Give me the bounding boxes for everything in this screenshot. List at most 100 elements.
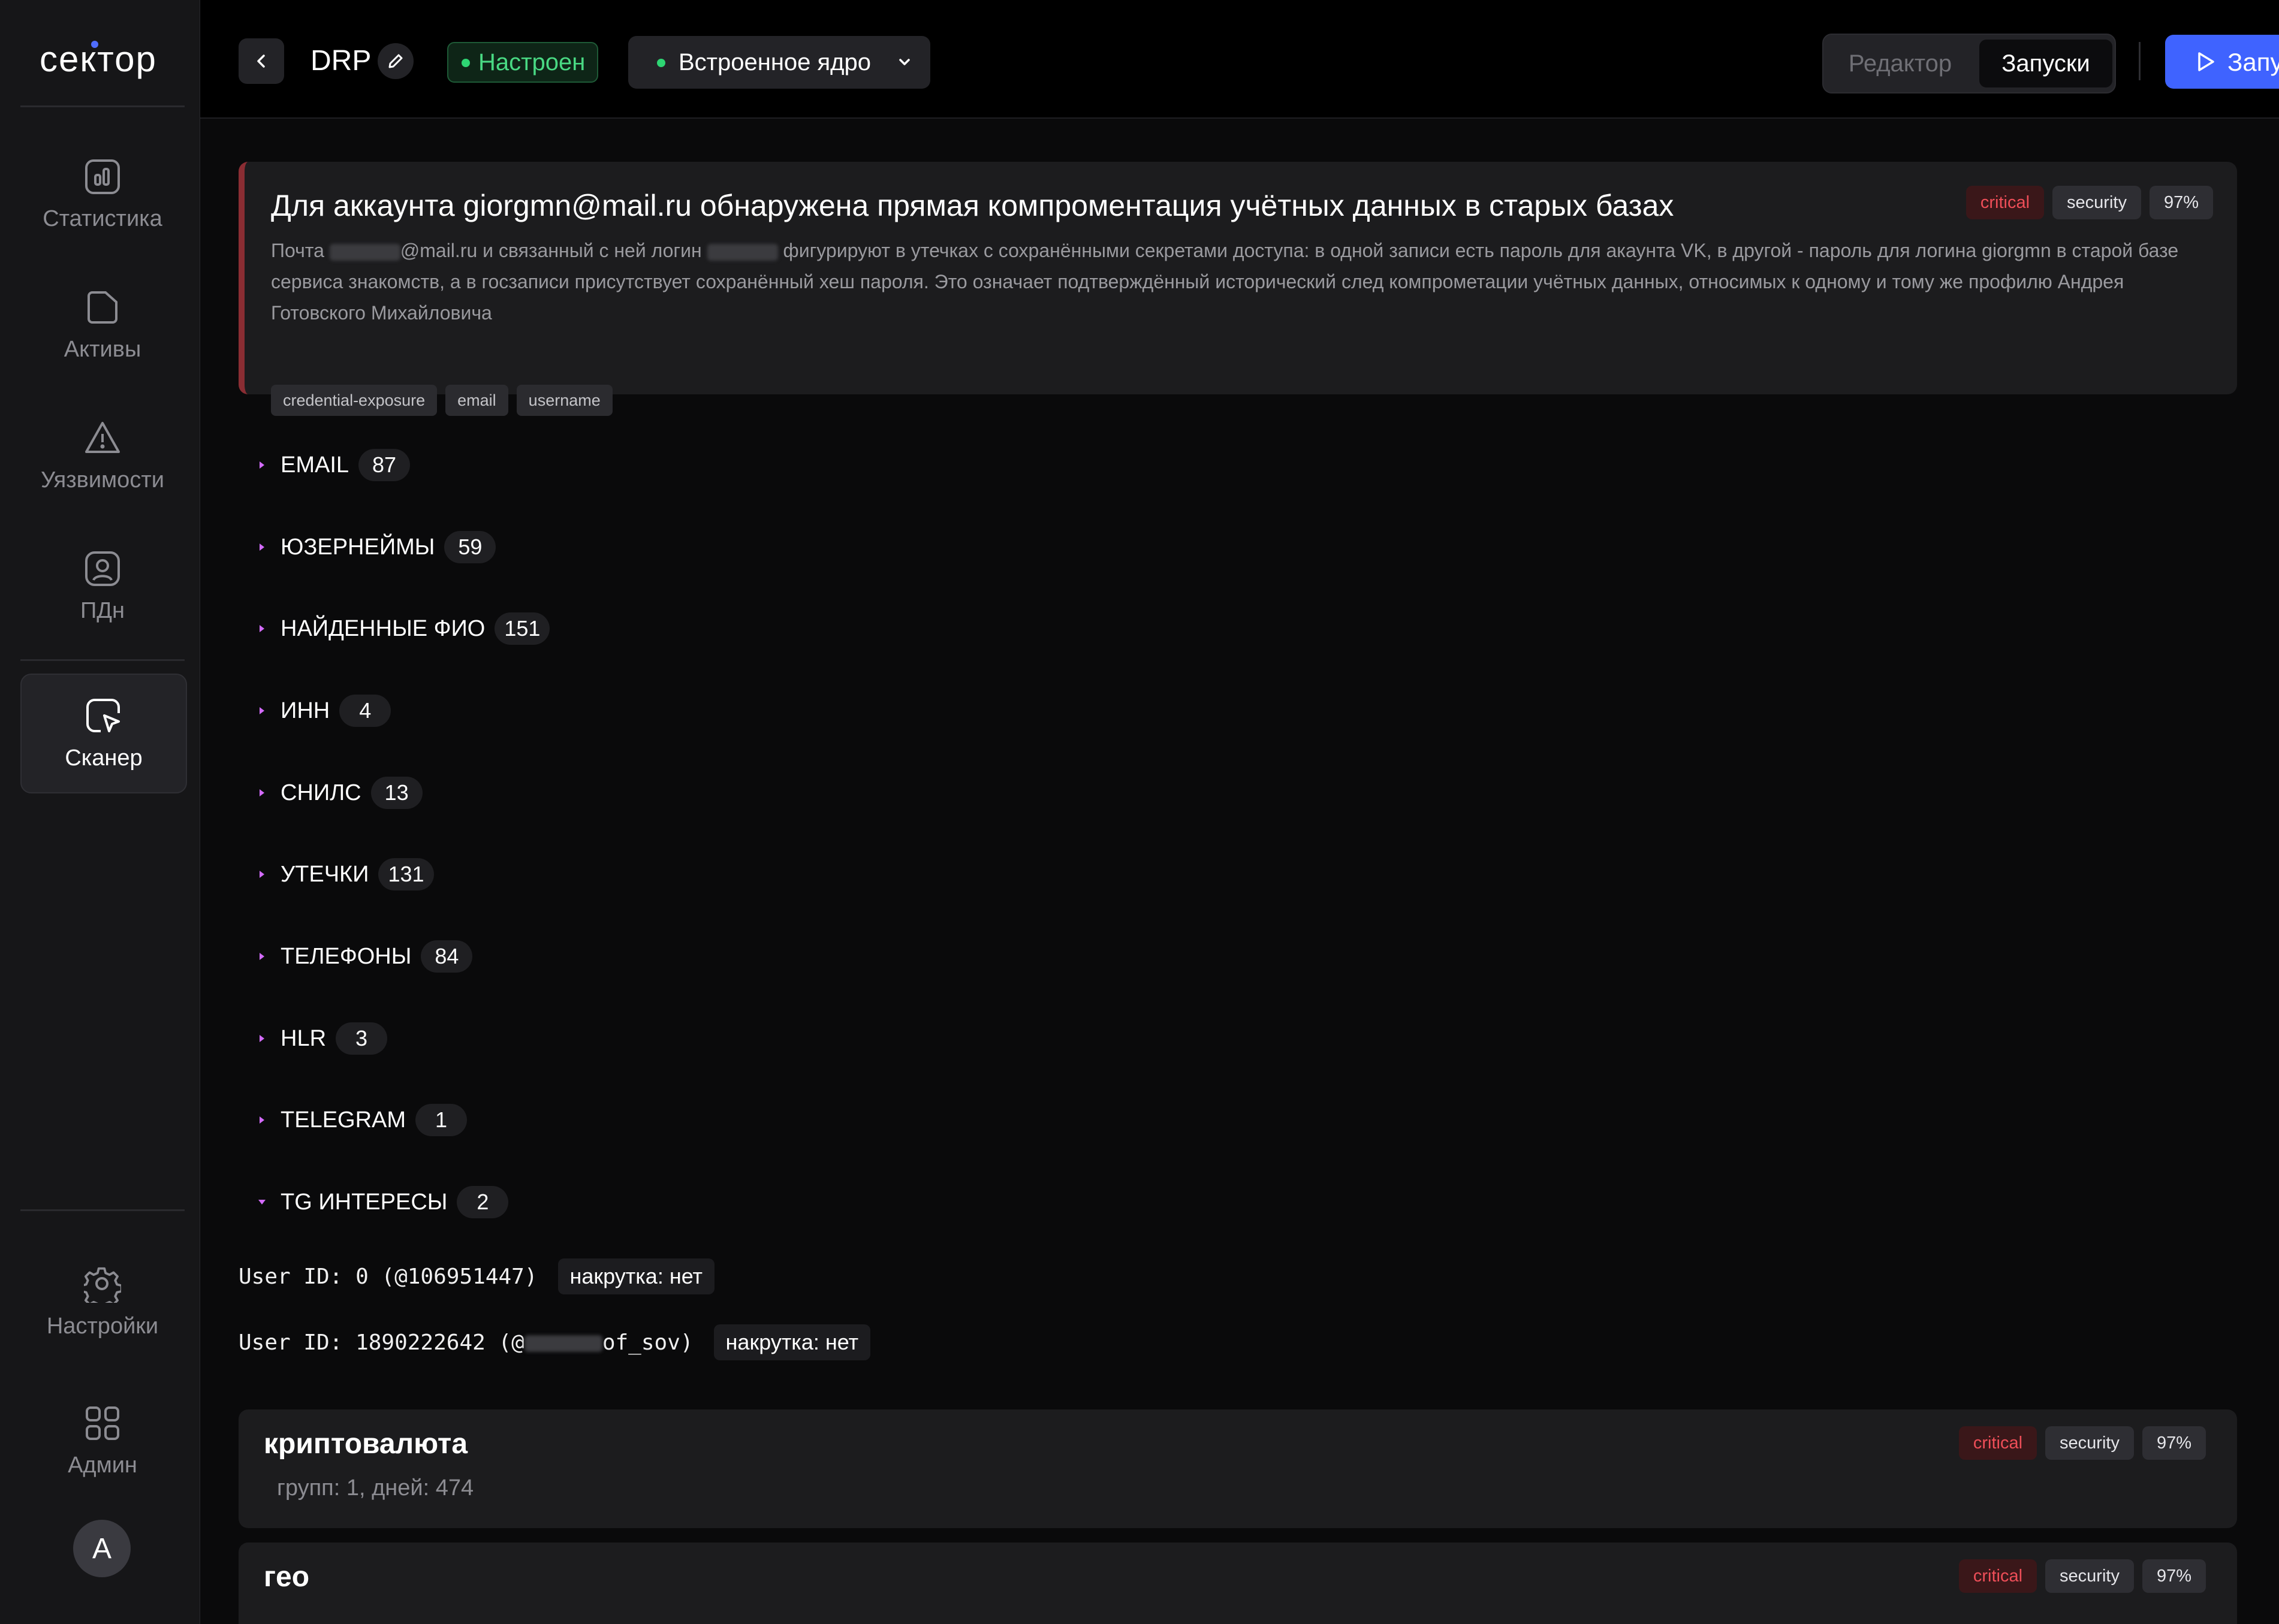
user-card-icon	[83, 549, 122, 588]
sidebar-item-statistics[interactable]: Статистика	[20, 135, 185, 253]
sidebar-divider	[20, 659, 185, 661]
gear-icon	[83, 1264, 122, 1304]
section-count: 2	[457, 1186, 509, 1218]
avatar[interactable]: A	[73, 1520, 131, 1577]
core-select[interactable]: Встроенное ядро	[628, 36, 930, 89]
sidebar-divider	[20, 1209, 185, 1211]
finding-tags: credential-exposure email username	[271, 385, 613, 416]
section-snils[interactable]: СНИЛС 13	[253, 774, 423, 812]
tg-user-id-prefix: User ID: 1890222642 (@	[239, 1330, 524, 1355]
caret-right-icon	[253, 1111, 271, 1129]
finding-card-geo[interactable]: гео critical security 97%	[239, 1543, 2237, 1624]
section-count: 3	[336, 1022, 388, 1055]
avatar-letter: A	[92, 1532, 111, 1565]
tg-flag-badge: накрутка: нет	[557, 1258, 715, 1294]
card-title: криптовалюта	[264, 1428, 468, 1460]
core-status-dot	[657, 59, 665, 67]
caret-right-icon	[253, 865, 271, 883]
tag: credential-exposure	[271, 385, 438, 416]
finding-card-crypto[interactable]: криптовалюта групп: 1, дней: 474 critica…	[239, 1409, 2237, 1528]
section-fio[interactable]: НАЙДЕННЫЕ ФИО 151	[253, 609, 550, 648]
tab-editor[interactable]: Редактор	[1823, 35, 1977, 92]
section-usernames[interactable]: ЮЗЕРНЕЙМЫ 59	[253, 528, 496, 566]
chevron-left-icon	[257, 55, 265, 68]
section-count: 59	[444, 531, 496, 563]
desc-text: @mail.ru и связанный с ней логин	[400, 240, 707, 261]
caret-right-icon	[253, 1030, 271, 1048]
section-title: ТЕЛЕФОНЫ	[281, 943, 412, 969]
top-bar: DRP Настроен Встроенное ядро Редактор За…	[200, 0, 2279, 119]
logo-dot	[91, 41, 98, 48]
section-count: 87	[358, 449, 411, 481]
section-hlr[interactable]: HLR 3	[253, 1019, 388, 1058]
finding-alert-card: Для аккаунта giorgmn@mail.ru обнаружена …	[239, 162, 2237, 416]
sidebar-item-label: Сканер	[65, 745, 143, 771]
caret-right-icon	[253, 456, 271, 474]
desc-text: Почта	[271, 240, 330, 261]
section-email[interactable]: EMAIL 87	[253, 446, 411, 484]
section-phones[interactable]: ТЕЛЕФОНЫ 84	[253, 937, 473, 976]
status-dot	[462, 59, 470, 67]
sidebar-item-admin[interactable]: Админ	[20, 1382, 185, 1499]
section-title: HLR	[281, 1025, 327, 1051]
section-telegram[interactable]: TELEGRAM 1	[253, 1101, 468, 1139]
tg-user-id: User ID: 1890222642 (@ of_sov)	[239, 1330, 694, 1355]
section-count: 151	[495, 612, 550, 645]
folder-icon	[83, 288, 122, 327]
main-content: Для аккаунта giorgmn@mail.ru обнаружена …	[200, 119, 2279, 1624]
status-badge: Настроен	[447, 42, 599, 83]
sidebar-divider	[20, 105, 185, 107]
pencil-icon	[388, 54, 403, 68]
section-leaks[interactable]: УТЕЧКИ 131	[253, 855, 434, 893]
sidebar-item-scanner[interactable]: Сканер	[20, 674, 187, 793]
section-count: 84	[421, 940, 473, 973]
page-title: DRP	[311, 45, 372, 77]
run-button[interactable]: Запустить	[2165, 35, 2279, 89]
section-title: TG ИНТЕРЕСЫ	[281, 1189, 448, 1215]
logo[interactable]: сектор	[40, 38, 168, 80]
edit-title-button[interactable]	[378, 43, 414, 79]
finding-badges: critical security 97%	[1966, 186, 2213, 219]
play-icon	[2198, 52, 2214, 71]
caret-right-icon	[253, 702, 271, 720]
section-inn[interactable]: ИНН 4	[253, 692, 391, 730]
section-count: 131	[378, 858, 434, 891]
tab-runs[interactable]: Запуски	[1979, 40, 2112, 87]
sidebar-item-label: ПДн	[80, 597, 125, 623]
sidebar-item-settings[interactable]: Настройки	[20, 1243, 185, 1360]
caret-right-icon	[253, 538, 271, 556]
severity-badge: critical	[1966, 186, 2045, 219]
warning-icon	[83, 418, 122, 458]
view-toggle: Редактор Запуски	[1822, 34, 2116, 93]
logo-text: сектор	[40, 39, 157, 79]
sidebar-item-assets[interactable]: Активы	[20, 266, 185, 384]
sidebar-item-label: Админ	[68, 1452, 137, 1478]
back-button[interactable]	[239, 38, 284, 84]
section-title: ИНН	[281, 698, 330, 723]
caret-right-icon	[253, 620, 271, 638]
sidebar-item-vulnerabilities[interactable]: Уязвимости	[20, 397, 185, 514]
sidebar-item-label: Настройки	[46, 1313, 159, 1339]
sidebar: сектор Статистика Активы Уязвимости ПДн …	[0, 0, 201, 1624]
finding-title: Для аккаунта giorgmn@mail.ru обнаружена …	[271, 189, 1674, 222]
section-count: 13	[370, 777, 423, 809]
status-label: Настроен	[478, 49, 586, 76]
redacted-text	[524, 1335, 602, 1352]
caret-right-icon	[253, 947, 271, 965]
card-subtitle: групп: 1, дней: 474	[277, 1475, 474, 1501]
tg-entry: User ID: 0 (@106951447) накрутка: нет	[239, 1257, 715, 1296]
sidebar-item-label: Статистика	[43, 206, 162, 231]
chart-icon	[83, 157, 122, 197]
confidence-badge: 97%	[2142, 1559, 2206, 1593]
card-title: гео	[264, 1561, 310, 1593]
section-tg-interests[interactable]: TG ИНТЕРЕСЫ 2	[253, 1183, 509, 1221]
caret-down-icon	[253, 1193, 271, 1211]
tag: email	[445, 385, 508, 416]
grid-icon	[83, 1403, 122, 1443]
card-badges: critical security 97%	[1958, 1559, 2206, 1593]
section-title: ЮЗЕРНЕЙМЫ	[281, 534, 435, 560]
run-button-label: Запустить	[2227, 48, 2279, 76]
section-title: TELEGRAM	[281, 1107, 406, 1133]
sidebar-item-pdn[interactable]: ПДн	[20, 527, 185, 645]
card-badges: critical security 97%	[1958, 1426, 2206, 1460]
